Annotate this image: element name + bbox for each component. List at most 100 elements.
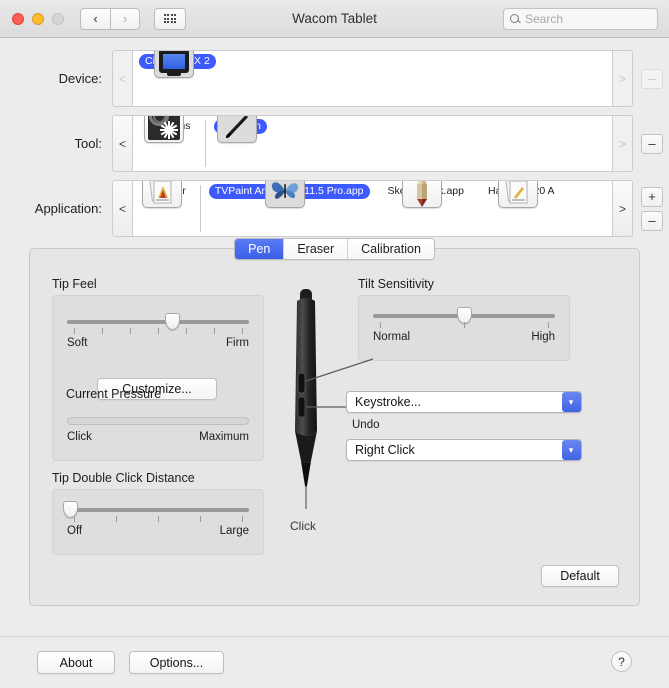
- tilt-sensitivity-track[interactable]: [373, 307, 555, 324]
- lower-side-button-action-value: Right Click: [355, 443, 415, 457]
- application-row-label: Application:: [34, 201, 102, 216]
- window-body: Device: < Cintiq 21UX 2 > – Tool:: [0, 38, 669, 688]
- device-scroll-left-button[interactable]: <: [112, 50, 132, 107]
- tool-scroll-left-button[interactable]: <: [112, 115, 132, 172]
- tool-divider: [204, 120, 206, 167]
- selector-rows: Device: < Cintiq 21UX 2 > – Tool:: [0, 38, 669, 237]
- application-scroll-right-button[interactable]: >: [613, 180, 633, 237]
- tip-feel-title: Tip Feel: [52, 277, 97, 291]
- tool-icon-strip[interactable]: Functions Grip Pen: [132, 115, 613, 172]
- traffic-lights: [12, 12, 64, 25]
- harmony-document-glyph: [504, 181, 527, 204]
- device-row: Device: < Cintiq 21UX 2 > –: [0, 50, 669, 107]
- tip-double-click-group: Off Large: [52, 489, 264, 555]
- tip-double-click-end-labels: Off Large: [67, 525, 249, 537]
- tip-double-click-title: Tip Double Click Distance: [52, 471, 195, 485]
- tip-double-click-min-label: Off: [67, 525, 83, 537]
- pencil-glyph: [417, 181, 427, 207]
- upper-side-button-action-value: Keystroke...: [355, 395, 421, 409]
- device-item-cintiq[interactable]: Cintiq 21UX 2: [133, 51, 222, 78]
- application-item-all-other[interactable]: All Other: [133, 181, 198, 208]
- application-item-harmony[interactable]: Harmony 20 A: [476, 181, 567, 208]
- tip-double-click-track[interactable]: [63, 501, 249, 518]
- tool-row-label: Tool:: [74, 136, 102, 151]
- tilt-sensitivity-ticks: [373, 322, 555, 329]
- pressure-min-label: Click: [67, 431, 92, 443]
- remove-tool-button[interactable]: –: [641, 133, 663, 154]
- minimize-window-button[interactable]: [32, 12, 44, 25]
- zoom-window-button: [52, 12, 64, 25]
- tip-feel-ticks: [67, 328, 249, 335]
- grip-pen-glyph: [225, 116, 248, 139]
- help-button[interactable]: ?: [611, 651, 632, 672]
- tip-feel-track[interactable]: [67, 313, 249, 330]
- application-scroll-left-button[interactable]: <: [112, 180, 132, 237]
- about-button[interactable]: About: [37, 651, 115, 674]
- tip-feel-slider[interactable]: Soft Firm: [67, 313, 249, 349]
- tab-eraser[interactable]: Eraser: [284, 239, 349, 259]
- application-item-sketchbook[interactable]: SketchBook.app: [376, 181, 476, 208]
- tool-side-buttons: –: [641, 115, 669, 172]
- document-stack-glyph: [148, 181, 172, 204]
- application-side-buttons: + –: [641, 180, 669, 237]
- pressure-end-labels: Click Maximum: [67, 431, 249, 443]
- current-pressure-meter: Click Maximum: [67, 417, 249, 443]
- device-row-label: Device:: [58, 71, 102, 86]
- butterfly-icon: [265, 181, 306, 208]
- application-icon-strip[interactable]: All Other TV: [132, 180, 613, 237]
- tool-row: Tool: < > –: [0, 115, 669, 172]
- pressure-max-label: Maximum: [199, 431, 249, 443]
- chevron-down-icon[interactable]: ▾: [561, 392, 581, 412]
- grid-icon: [163, 14, 177, 23]
- pen-tip-click-label: Click: [290, 519, 316, 533]
- butterfly-glyph: [272, 182, 299, 199]
- tip-feel-end-labels: Soft Firm: [67, 337, 249, 349]
- pen-settings-panel: Pen Eraser Calibration Tip Feel Soft Fir…: [29, 238, 640, 606]
- device-scroll-right-button[interactable]: >: [613, 50, 633, 107]
- application-row: Application: < All: [0, 180, 669, 237]
- add-application-button[interactable]: +: [641, 186, 663, 207]
- current-pressure-title: Current Pressure: [66, 387, 162, 401]
- tool-item-grip-pen[interactable]: Grip Pen: [208, 116, 273, 143]
- application-item-tvpaint[interactable]: TVPaint Animation 11.5 Pro.app: [203, 181, 376, 208]
- upper-side-button-sublabel: Undo: [352, 419, 380, 431]
- remove-device-button[interactable]: –: [641, 68, 663, 89]
- wacom-tablet-preference-window: ‹ › Wacom Tablet Search Device: < 2 > – …: [0, 0, 669, 688]
- tool-item-functions[interactable]: Functions: [133, 116, 203, 143]
- application-divider: [199, 185, 201, 232]
- tablet-functions-icon: [144, 116, 185, 143]
- navigation-buttons: ‹ ›: [80, 7, 140, 30]
- display-monitor-icon: [153, 51, 194, 78]
- upper-side-button-action-popup[interactable]: Keystroke... ▾: [346, 391, 582, 413]
- forward-button[interactable]: ›: [110, 7, 140, 30]
- close-window-button[interactable]: [12, 12, 24, 25]
- default-button[interactable]: Default: [541, 565, 619, 587]
- tab-bar: Pen Eraser Calibration: [30, 238, 639, 260]
- chevron-down-icon[interactable]: ▾: [561, 440, 581, 460]
- tilt-sensitivity-group: Normal High: [358, 295, 570, 361]
- grip-pen-icon: [216, 116, 257, 143]
- tip-feel-max-label: Firm: [226, 337, 249, 349]
- show-all-preferences-button[interactable]: [154, 7, 186, 30]
- search-icon: [510, 13, 521, 25]
- lower-side-button-action-popup[interactable]: Right Click ▾: [346, 439, 582, 461]
- search-field[interactable]: Search: [503, 8, 658, 30]
- all-other-apps-icon: [141, 181, 182, 208]
- bottom-bar: About Options... ?: [0, 636, 669, 688]
- tip-double-click-max-label: Large: [219, 525, 249, 537]
- tab-calibration[interactable]: Calibration: [348, 239, 434, 259]
- back-button[interactable]: ‹: [80, 7, 110, 30]
- remove-application-button[interactable]: –: [641, 210, 663, 231]
- tip-double-click-slider[interactable]: Off Large: [63, 501, 249, 537]
- tool-scroll-right-button[interactable]: >: [613, 115, 633, 172]
- tilt-sensitivity-slider[interactable]: Normal High: [373, 307, 555, 343]
- tilt-sensitivity-end-labels: Normal High: [373, 331, 555, 343]
- options-button[interactable]: Options...: [129, 651, 224, 674]
- tab-pen[interactable]: Pen: [235, 239, 285, 259]
- document-icon: [497, 181, 538, 208]
- device-icon-strip[interactable]: Cintiq 21UX 2: [132, 50, 613, 107]
- device-side-buttons: –: [641, 50, 669, 107]
- tilt-sensitivity-max-label: High: [531, 331, 555, 343]
- current-pressure-group: Click Maximum: [52, 405, 264, 461]
- search-placeholder: Search: [525, 12, 564, 26]
